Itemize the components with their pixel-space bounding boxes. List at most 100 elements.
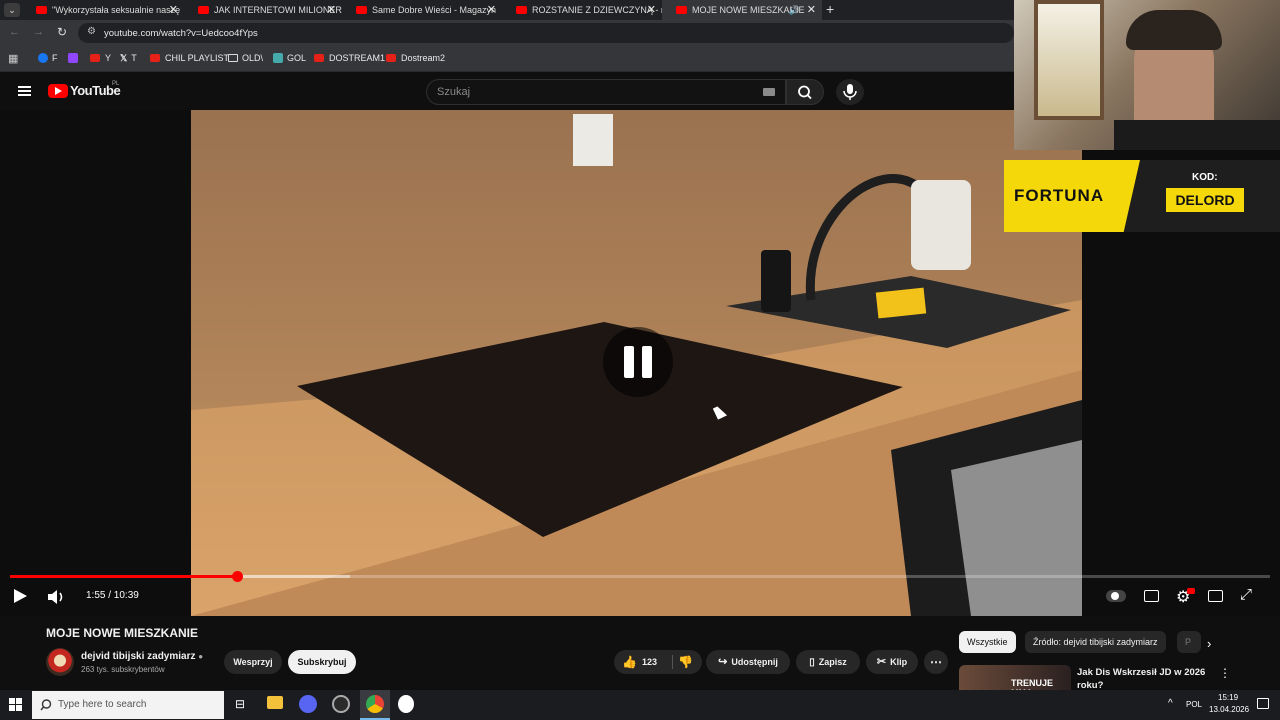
bookmark-icon: ▯: [809, 657, 815, 668]
task-view-icon[interactable]: ⊟: [235, 697, 245, 711]
discord-icon[interactable]: [299, 695, 317, 713]
recommended-title[interactable]: Jak Dis Wskrzesił JD w 2026 roku?: [1077, 666, 1207, 692]
chip-all[interactable]: Wszystkie: [959, 631, 1016, 653]
map-pin-app-icon[interactable]: [398, 695, 414, 713]
search-input[interactable]: Szukaj: [426, 79, 786, 105]
bookmark-item[interactable]: [68, 53, 82, 63]
channel-name[interactable]: dejvid tibijski zadymiarz ●: [81, 651, 203, 662]
tab-search-button[interactable]: ⌄: [4, 3, 20, 17]
chrome-taskbar-button[interactable]: [360, 690, 390, 720]
streamer-shirt: [1114, 120, 1280, 150]
tab-title: JAK INTERNETOWI MILIONERZY: [214, 5, 342, 15]
subtitles-icon[interactable]: [1144, 590, 1159, 602]
chevron-right-icon[interactable]: ›: [1207, 636, 1211, 651]
taskbar-search-placeholder: Type here to search: [58, 699, 147, 710]
reload-icon[interactable]: ↻: [57, 25, 67, 39]
chip-source-channel[interactable]: Źródło: dejvid tibijski zadymiarz: [1025, 631, 1166, 653]
browser-tab[interactable]: Same Dobre Wieści - Magazyn ✕: [342, 0, 502, 20]
time-display: 1:55 / 10:39: [86, 590, 139, 601]
menu-icon[interactable]: [18, 86, 31, 96]
pause-indicator[interactable]: [603, 327, 673, 397]
tab-title: "Wykorzystała seksualnie naszę: [52, 5, 181, 15]
obs-icon[interactable]: [332, 695, 350, 713]
tab-title: MOJE NOWE MIESZKANIE: [692, 5, 805, 15]
bookmark-item[interactable]: GOL: [273, 53, 306, 63]
theater-mode-icon[interactable]: [1208, 590, 1223, 602]
browser-tab-active[interactable]: MOJE NOWE MIESZKANIE 🔊 ✕: [662, 0, 822, 20]
save-button[interactable]: ▯ Zapisz: [796, 650, 860, 674]
notifications-icon[interactable]: [1257, 698, 1269, 709]
folder-icon: [228, 54, 238, 62]
close-tab-icon[interactable]: ✕: [647, 0, 656, 20]
file-explorer-icon[interactable]: [267, 696, 283, 709]
youtube-icon: [150, 54, 160, 62]
browser-tab[interactable]: JAK INTERNETOWI MILIONERZY ✕: [184, 0, 342, 20]
apps-grid-icon[interactable]: ▦: [8, 52, 18, 65]
progress-played: [10, 575, 237, 578]
like-count[interactable]: 123: [642, 650, 657, 674]
scissors-icon: ✂: [876, 656, 887, 668]
youtube-favicon-icon: [676, 6, 687, 14]
browser-tab[interactable]: "Wykorzystała seksualnie naszę ✕: [22, 0, 184, 20]
url-field[interactable]: ⚙ youtube.com/watch?v=Uedcoo4fYps: [78, 23, 1014, 43]
forward-icon[interactable]: →: [33, 26, 44, 38]
taskbar-search-input[interactable]: Type here to search: [32, 691, 224, 719]
clip-button[interactable]: ✂ Klip: [866, 650, 918, 674]
fullscreen-icon[interactable]: ⤢: [1240, 586, 1252, 603]
clock-date[interactable]: 13.04.2026: [1209, 705, 1249, 714]
like-icon[interactable]: 👍: [622, 650, 637, 674]
promo-code-label: KOD:: [1192, 172, 1218, 183]
hd-badge: [1187, 588, 1195, 594]
bookmark-item[interactable]: CHIL PLAYLIST: [150, 53, 229, 63]
chip-more[interactable]: P: [1177, 631, 1201, 653]
channel-avatar[interactable]: [46, 648, 74, 676]
clock-time[interactable]: 15:19: [1218, 693, 1238, 702]
close-tab-icon[interactable]: ✕: [487, 0, 496, 20]
close-tab-icon[interactable]: ✕: [807, 0, 816, 20]
recommended-thumbnail[interactable]: TRENUJE MMA: [959, 665, 1071, 691]
support-button[interactable]: Wesprzyj: [224, 650, 282, 674]
more-actions-button[interactable]: ⋯: [924, 650, 948, 674]
play-icon[interactable]: [14, 589, 27, 603]
more-vert-icon[interactable]: ⋮: [1219, 666, 1231, 680]
search-button[interactable]: [786, 79, 824, 105]
close-tab-icon[interactable]: ✕: [169, 0, 178, 20]
divider: [672, 655, 673, 669]
bookmark-label: CHIL PLAYLIST: [165, 53, 230, 63]
autoplay-toggle[interactable]: [1106, 590, 1126, 602]
verified-icon: ●: [198, 652, 204, 661]
streamer-hair: [1126, 10, 1222, 50]
share-button[interactable]: ↪ Udostępnij: [706, 650, 790, 674]
channel-name-text: dejvid tibijski zadymiarz: [81, 651, 196, 662]
window-background: [1034, 0, 1104, 120]
new-tab-button[interactable]: +: [826, 0, 834, 18]
dislike-icon[interactable]: 👎: [678, 650, 693, 674]
close-tab-icon[interactable]: ✕: [327, 0, 336, 20]
speaker-icon[interactable]: 🔊: [789, 0, 800, 20]
streamer-webcam-overlay: [1014, 0, 1280, 150]
twitch-icon: [68, 53, 78, 63]
bookmark-item[interactable]: Dostream2: [386, 53, 445, 63]
search-placeholder: Szukaj: [437, 86, 471, 98]
bookmark-label: T: [131, 53, 137, 63]
bookmark-item[interactable]: Y: [90, 53, 111, 63]
browser-tab[interactable]: ROZSTANIE Z DZIEWCZYNĄ - m ✕: [502, 0, 662, 20]
language-indicator[interactable]: POL: [1186, 700, 1202, 709]
volume-icon[interactable]: [47, 589, 65, 605]
keyboard-icon[interactable]: [763, 88, 775, 96]
x-twitter-icon: 𝕏: [120, 53, 128, 63]
bookmark-item[interactable]: 𝕏T: [120, 53, 137, 64]
progress-scrubber[interactable]: [231, 571, 243, 582]
bookmark-item[interactable]: DOSTREAM1: [314, 53, 385, 63]
bookmark-folder[interactable]: OLD\: [228, 53, 263, 63]
bookmark-item[interactable]: F: [38, 53, 58, 63]
voice-search-button[interactable]: [836, 79, 864, 105]
promo-code-value: DELORD: [1166, 188, 1244, 212]
site-info-icon[interactable]: ⚙: [87, 26, 96, 37]
windows-start-icon[interactable]: [9, 698, 22, 711]
youtube-favicon-icon: [356, 6, 367, 14]
tray-expand-icon[interactable]: ^: [1168, 698, 1173, 709]
subscribe-button[interactable]: Subskrybuj: [288, 650, 356, 674]
back-icon[interactable]: ←: [9, 26, 20, 38]
youtube-logo-icon[interactable]: [48, 84, 68, 98]
